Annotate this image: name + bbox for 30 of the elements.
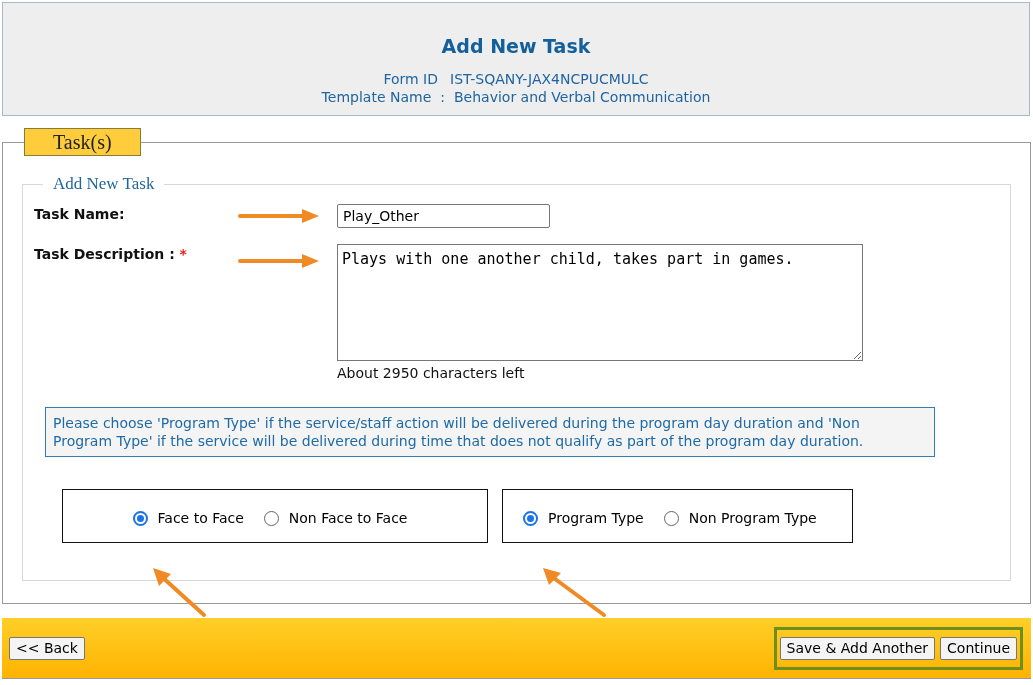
radio-label[interactable]: Face to Face	[157, 510, 244, 526]
radio-label[interactable]: Non Program Type	[688, 510, 817, 526]
field-label: Task Name:	[34, 206, 125, 222]
footer-button[interactable]: Save & Add Another	[779, 636, 936, 660]
radio-label[interactable]: Non Face to Face	[288, 510, 408, 526]
task-name-input[interactable]: Play_Other	[337, 204, 550, 228]
radio-label[interactable]: Program Type	[548, 510, 644, 526]
meta-value: IST-SQANY-JAX4NCPUCMULC	[450, 70, 649, 88]
arrow-icon	[151, 566, 207, 618]
arrow-icon	[541, 566, 607, 618]
radio-button[interactable]	[263, 510, 279, 526]
meta-separator: :	[440, 88, 445, 106]
task-description-field[interactable]: Plays with one another child, takes part in games.	[337, 244, 863, 361]
radio-button[interactable]	[523, 510, 538, 526]
page-title: Add New Task	[440, 35, 592, 57]
radio-button[interactable]	[663, 510, 679, 526]
footer-button[interactable]: Continue	[940, 636, 1017, 660]
panel-legend: Task(s)	[24, 128, 141, 156]
arrow-icon	[238, 208, 320, 224]
radio-button[interactable]	[132, 510, 148, 526]
meta-label: Form ID	[383, 70, 438, 88]
info-message: Please choose 'Program Type' if the service/staff action will be delivered during the program day duration and 'Non Program Type' if the service will be delivered during time that does not qualify as part of the program day duration.	[45, 407, 935, 457]
required-mark: *	[179, 246, 187, 262]
meta-value: Behavior and Verbal Communication	[453, 88, 711, 106]
arrow-icon	[238, 253, 320, 269]
character-counter: About 2950 characters left	[337, 365, 526, 381]
field-label: Task Description :	[34, 246, 175, 262]
back-button[interactable]: << Back	[9, 636, 85, 660]
meta-label: Template Name	[321, 88, 432, 106]
section-legend: Add New Task	[43, 174, 165, 194]
